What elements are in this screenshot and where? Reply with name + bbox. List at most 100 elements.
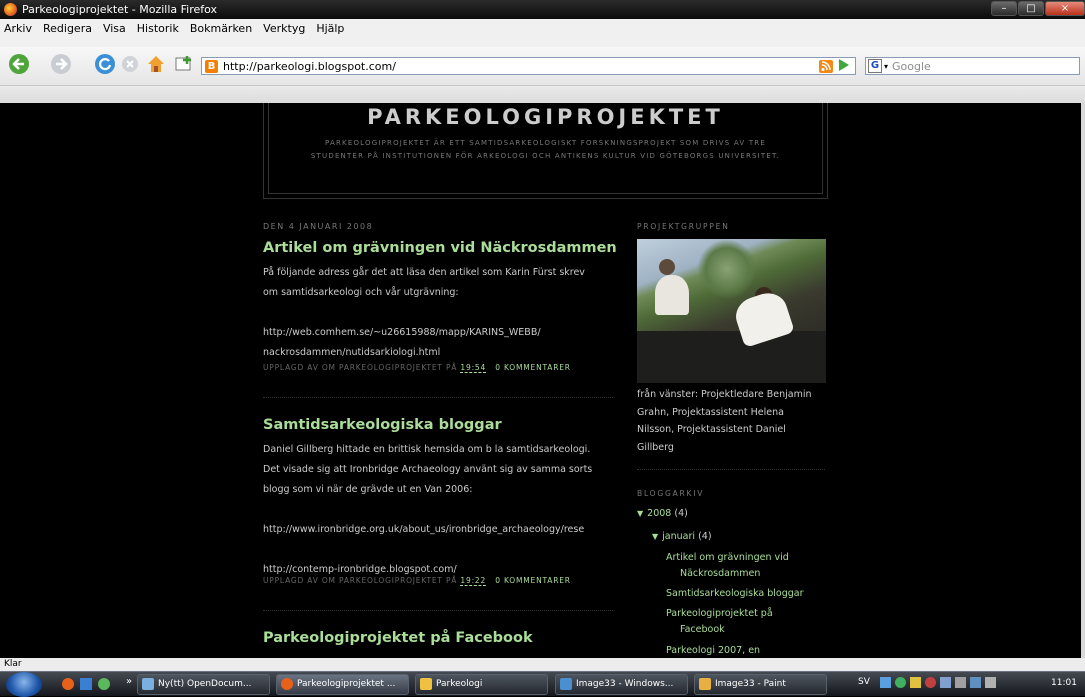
show-desktop-icon[interactable] bbox=[80, 678, 92, 690]
post-body: Daniel Gillberg hittade en brittisk hems… bbox=[263, 440, 613, 580]
archive-year[interactable]: ▼ 2008 (4) bbox=[637, 506, 688, 522]
home-icon bbox=[148, 56, 164, 72]
post-timestamp-link[interactable]: 19:22 bbox=[460, 576, 487, 586]
back-button[interactable] bbox=[8, 53, 34, 75]
post-line-blank bbox=[263, 540, 613, 560]
collapse-toggle-icon[interactable]: ▼ bbox=[652, 532, 658, 541]
archive-month-link[interactable]: januari bbox=[662, 531, 695, 542]
tray-security-icon[interactable] bbox=[925, 677, 936, 688]
volume-icon[interactable] bbox=[985, 677, 996, 688]
search-box[interactable]: G ▾ Google bbox=[865, 57, 1080, 75]
google-engine-icon[interactable]: G bbox=[868, 59, 882, 73]
post-comments-link[interactable]: 0 KOMMENTARER bbox=[495, 576, 571, 585]
tray-device-icon[interactable] bbox=[955, 677, 966, 688]
writer-icon bbox=[142, 678, 154, 690]
start-button[interactable] bbox=[6, 672, 42, 697]
paint-icon bbox=[699, 678, 711, 690]
new-tab-icon bbox=[175, 56, 191, 71]
archive-year-link[interactable]: 2008 bbox=[647, 508, 671, 519]
taskbar-item[interactable]: Parkeologi bbox=[415, 674, 548, 695]
taskbar-item-label: Parkeologi bbox=[436, 679, 483, 689]
taskbar-item[interactable]: Image33 - Windows... bbox=[555, 674, 688, 695]
archive-post-item[interactable]: Parkeologi 2007, en bbox=[666, 643, 760, 658]
new-tab-button[interactable] bbox=[175, 55, 193, 73]
menu-visa[interactable]: Visa bbox=[103, 22, 126, 35]
url-text: http://parkeologi.blogspot.com/ bbox=[223, 59, 396, 73]
back-arrow-icon bbox=[9, 54, 29, 74]
page-scrollbar[interactable] bbox=[1081, 103, 1085, 658]
firefox-quicklaunch-icon[interactable] bbox=[62, 678, 74, 690]
post-line: blogg som vi när de grävde ut en Van 200… bbox=[263, 484, 473, 495]
search-placeholder: Google bbox=[892, 59, 931, 73]
tray-app-icon[interactable] bbox=[910, 677, 921, 688]
engine-dropdown-icon[interactable]: ▾ bbox=[884, 62, 888, 71]
messenger-icon[interactable] bbox=[98, 678, 110, 690]
archive-post-item[interactable]: Artikel om grävningen vid Näckrosdammen bbox=[666, 550, 831, 582]
blogger-favicon: B bbox=[205, 59, 218, 73]
archive-post-link[interactable]: Samtidsarkeologiska bloggar bbox=[666, 586, 804, 602]
go-arrow-icon bbox=[839, 59, 849, 71]
post-comments-link[interactable]: 0 KOMMENTARER bbox=[495, 363, 571, 372]
rss-feed-icon[interactable] bbox=[819, 60, 833, 73]
window-title: Parkeologiprojektet - Mozilla Firefox bbox=[22, 3, 218, 16]
sidebar-divider bbox=[637, 469, 825, 470]
post-divider bbox=[263, 397, 613, 398]
post-link-line[interactable]: http://web.comhem.se/~u26615988/mapp/KAR… bbox=[263, 323, 613, 343]
archive-post-link[interactable]: Facebook bbox=[666, 622, 831, 638]
blog-header: PARKEOLOGIPROJEKTET PARKEOLOGIPROJEKTET … bbox=[263, 103, 828, 199]
reload-button[interactable] bbox=[94, 53, 116, 75]
archive-post-item[interactable]: Parkeologiprojektet på Facebook bbox=[666, 606, 831, 638]
url-bar[interactable]: B http://parkeologi.blogspot.com/ ▾ bbox=[201, 57, 856, 75]
maximize-button[interactable]: □ bbox=[1018, 1, 1044, 16]
archive-post-item[interactable]: Samtidsarkeologiska bloggar bbox=[666, 586, 804, 602]
reload-icon bbox=[95, 54, 115, 74]
menu-historik[interactable]: Historik bbox=[137, 22, 179, 35]
post-link-line[interactable]: http://www.ironbridge.org.uk/about_us/ir… bbox=[263, 520, 613, 540]
collapse-toggle-icon[interactable]: ▼ bbox=[637, 509, 643, 518]
taskbar-item-active[interactable]: Parkeologiprojektet ... bbox=[276, 674, 409, 695]
menu-hjalp[interactable]: Hjälp bbox=[316, 22, 344, 35]
tray-network-icon[interactable] bbox=[880, 677, 891, 688]
taskbar-item[interactable]: Ny(tt) OpenDocum... bbox=[137, 674, 270, 695]
go-button[interactable] bbox=[837, 57, 851, 73]
archive-post-link[interactable]: Näckrosdammen bbox=[666, 566, 831, 582]
window-titlebar: Parkeologiprojektet - Mozilla Firefox – … bbox=[0, 0, 1085, 19]
minimize-button[interactable]: – bbox=[991, 1, 1017, 16]
post-line-blank bbox=[263, 303, 613, 323]
post-title[interactable]: Samtidsarkeologiska bloggar bbox=[263, 417, 502, 433]
menu-arkiv[interactable]: Arkiv bbox=[4, 22, 32, 35]
post-link-line[interactable]: nackrosdammen/nutidsarkiologi.html bbox=[263, 343, 613, 363]
caption-line: Nilsson, Projektassistent Daniel bbox=[637, 424, 786, 435]
firefox-icon bbox=[281, 678, 293, 690]
archive-month[interactable]: ▼ januari (4) bbox=[652, 529, 712, 545]
taskbar-clock[interactable]: 11:01 bbox=[1051, 678, 1077, 688]
menu-redigera[interactable]: Redigera bbox=[43, 22, 92, 35]
post-title[interactable]: Parkeologiprojektet på Facebook bbox=[263, 630, 533, 646]
blog-title[interactable]: PARKEOLOGIPROJEKTET bbox=[269, 105, 822, 129]
post-title[interactable]: Artikel om grävningen vid Näckrosdammen bbox=[263, 240, 617, 256]
archive-post-link[interactable]: Parkeologi 2007, en bbox=[666, 643, 760, 658]
forward-button[interactable] bbox=[50, 53, 76, 75]
home-button[interactable] bbox=[146, 54, 166, 74]
stop-button[interactable] bbox=[121, 55, 139, 73]
project-group-photo bbox=[637, 239, 826, 383]
menu-bar: Arkiv Redigera Visa Historik Bokmärken V… bbox=[0, 19, 1085, 47]
archive-post-link[interactable]: Parkeologiprojektet på bbox=[666, 606, 831, 622]
taskbar-item-label: Image33 - Windows... bbox=[576, 679, 674, 689]
blog-description: PARKEOLOGIPROJEKTET ÄR ETT SAMTIDSARKEOL… bbox=[310, 139, 781, 160]
stop-icon bbox=[122, 56, 138, 72]
language-indicator[interactable]: SV bbox=[858, 677, 870, 687]
tray-network2-icon[interactable] bbox=[970, 677, 981, 688]
caption-line: Grahn, Projektassistent Helena bbox=[637, 406, 784, 418]
tray-monitor-icon[interactable] bbox=[940, 677, 951, 688]
folder-icon bbox=[420, 678, 432, 690]
quicklaunch-overflow-icon[interactable]: » bbox=[126, 676, 132, 687]
post-timestamp-link[interactable]: 19:54 bbox=[460, 363, 487, 373]
archive-post-link[interactable]: Artikel om grävningen vid bbox=[666, 550, 831, 566]
taskbar-item[interactable]: Image33 - Paint bbox=[694, 674, 827, 695]
menu-verktyg[interactable]: Verktyg bbox=[263, 22, 305, 35]
close-button[interactable]: × bbox=[1045, 1, 1085, 16]
taskbar-item-label: Image33 - Paint bbox=[715, 679, 786, 689]
menu-bokmarken[interactable]: Bokmärken bbox=[190, 22, 252, 35]
tray-status-icon[interactable] bbox=[895, 677, 906, 688]
